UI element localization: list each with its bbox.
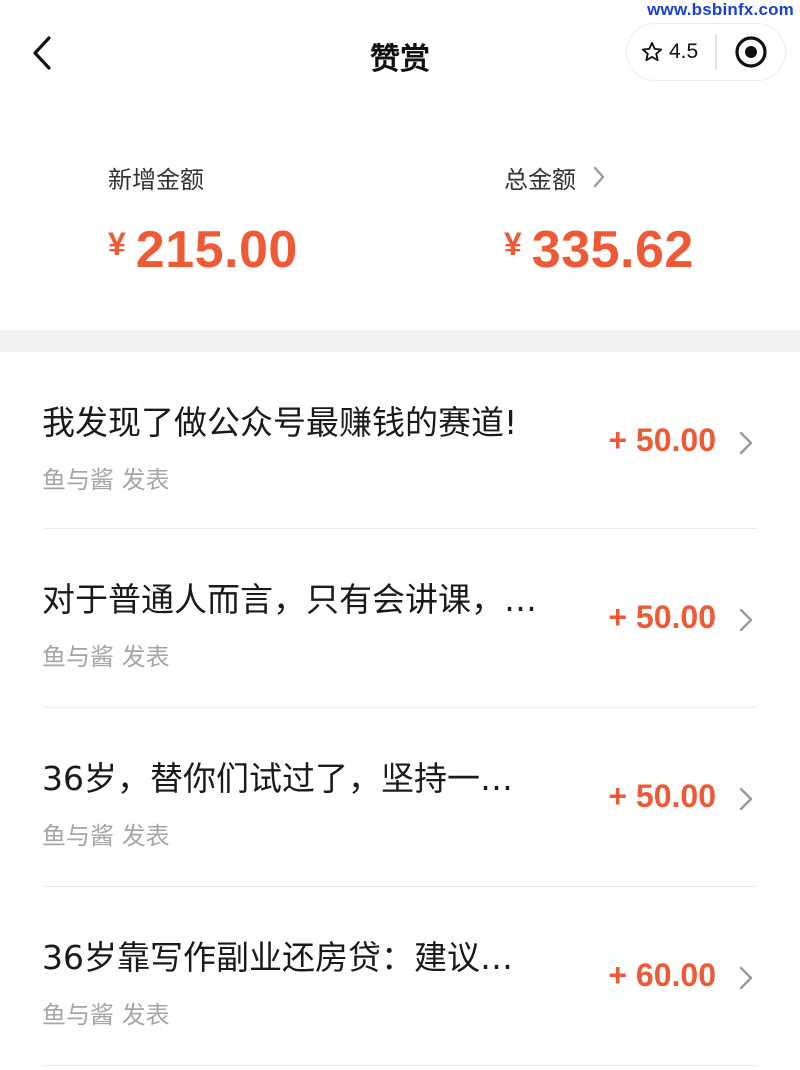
- close-mini-program-button[interactable]: [717, 35, 786, 69]
- chevron-right-icon: [739, 608, 753, 632]
- currency-symbol: ¥: [504, 226, 522, 262]
- total-amount-value: ¥ 335.62: [504, 220, 694, 280]
- star-icon: [641, 41, 663, 62]
- total-amount-label: 总金额: [504, 160, 694, 194]
- chevron-right-icon: [739, 431, 753, 455]
- list-item[interactable]: 对于普通人而言，只有会讲课，… 鱼与酱 发表 + 50.00: [42, 529, 758, 708]
- article-title: 36岁，替你们试过了，坚持一…: [42, 759, 513, 798]
- article-title: 36岁靠写作副业还房贷：建议…: [42, 938, 513, 977]
- total-amount-number: 335.62: [531, 221, 694, 279]
- reward-amount: + 50.00: [608, 778, 716, 814]
- new-amount-value: ¥ 215.00: [108, 220, 298, 280]
- reward-amount: + 50.00: [608, 422, 716, 458]
- article-author: 鱼与酱 发表: [42, 643, 170, 671]
- reward-summary: 新增金额 ¥ 215.00 总金额 ¥ 335.62: [0, 104, 800, 330]
- section-divider: [0, 330, 800, 352]
- currency-symbol: ¥: [108, 226, 126, 262]
- new-amount-label-text: 新增金额: [108, 165, 204, 194]
- list-item[interactable]: 36岁靠写作副业还房贷：建议… 鱼与酱 发表 + 60.00: [42, 887, 758, 1066]
- mini-program-capsule: 4.5: [626, 23, 786, 81]
- chevron-right-icon: [593, 166, 605, 188]
- list-item[interactable]: 我发现了做公众号最赚钱的赛道! 鱼与酱 发表 + 50.00: [42, 352, 758, 529]
- chevron-right-icon: [739, 966, 753, 990]
- rating-value: 4.5: [669, 40, 699, 63]
- chevron-right-icon: [739, 787, 753, 811]
- total-amount-stat[interactable]: 总金额 ¥ 335.62: [504, 160, 694, 280]
- reward-amount: + 50.00: [608, 599, 716, 635]
- article-title: 对于普通人而言，只有会讲课，…: [42, 580, 537, 619]
- new-amount-stat: 新增金额 ¥ 215.00: [108, 160, 298, 280]
- reward-amount: + 60.00: [608, 957, 716, 993]
- new-amount-label: 新增金额: [108, 160, 298, 194]
- nav-bar: 赞赏 4.5: [0, 0, 800, 104]
- new-amount-number: 215.00: [135, 221, 298, 279]
- total-amount-label-text: 总金额: [504, 165, 576, 194]
- rating-button[interactable]: 4.5: [627, 40, 707, 64]
- article-title: 我发现了做公众号最赚钱的赛道!: [42, 403, 518, 442]
- article-author: 鱼与酱 发表: [42, 822, 170, 850]
- list-item[interactable]: 36岁，替你们试过了，坚持一… 鱼与酱 发表 + 50.00: [42, 708, 758, 887]
- article-author: 鱼与酱 发表: [42, 466, 170, 494]
- article-author: 鱼与酱 发表: [42, 1001, 170, 1029]
- reward-article-list: 我发现了做公众号最赚钱的赛道! 鱼与酱 发表 + 50.00 对于普通人而言，只…: [0, 352, 800, 1066]
- target-icon: [735, 36, 767, 68]
